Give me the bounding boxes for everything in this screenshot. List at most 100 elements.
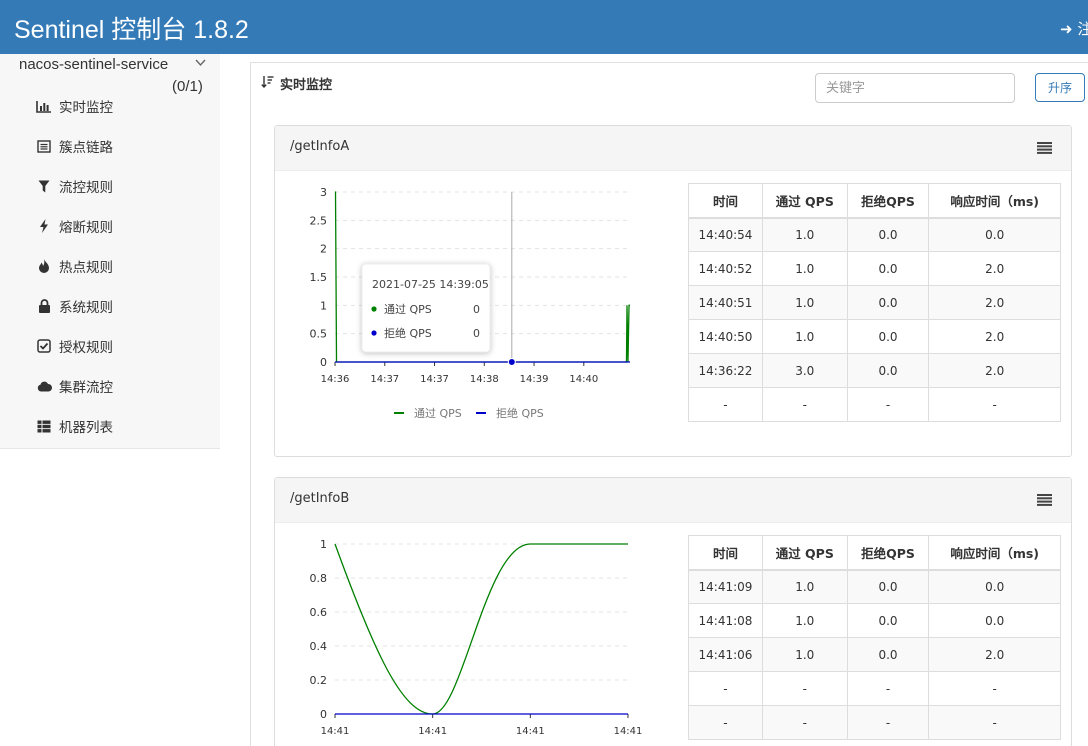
- service-name[interactable]: nacos-sentinel-service: [19, 56, 168, 73]
- sidebar-item-machine-list[interactable]: 机器列表: [36, 415, 113, 437]
- cell-time: 14:40:51: [688, 285, 763, 320]
- qps-chart-getinfoa[interactable]: 0 0.5 1 1.5 2 2.5 3 14:36 14:37 14:37 14:38 14:39 14…: [276, 172, 684, 442]
- resource-name: /getInfoA: [290, 139, 350, 154]
- sidebar-item-label: 集群流控: [59, 380, 113, 396]
- column-header-block-qps[interactable]: 拒绝QPS: [846, 183, 930, 219]
- cell-time: 14:41:08: [688, 603, 763, 638]
- cell-rt: -: [928, 705, 1061, 740]
- cell-block-qps: 0.0: [846, 217, 930, 252]
- column-header-rt[interactable]: 响应时间（ms): [928, 535, 1061, 571]
- sidebar-item-hot-param-rules[interactable]: 热点规则: [36, 255, 113, 277]
- cell-time: 14:40:54: [688, 217, 763, 252]
- legend-label[interactable]: 拒绝 QPS: [496, 406, 544, 420]
- chevron-down-icon[interactable]: [195, 56, 206, 70]
- sidebar-empty-area: [0, 448, 220, 746]
- table-row: 14:36:22 3.0 0.0 2.0: [688, 353, 1061, 388]
- sidebar-item-label: 机器列表: [59, 420, 113, 436]
- cell-pass-qps: 1.0: [761, 637, 848, 672]
- x-tick-label: 14:40: [569, 374, 598, 385]
- table-row: 14:40:51 1.0 0.0 2.0: [688, 285, 1061, 320]
- x-tick-label: 14:41: [321, 726, 350, 737]
- cell-time: 14:41:09: [688, 569, 763, 604]
- menu-icon[interactable]: [1037, 491, 1052, 510]
- cell-rt: 2.0: [928, 637, 1061, 672]
- x-tick-label: 14:37: [370, 374, 399, 385]
- cell-pass-qps: 1.0: [761, 319, 848, 354]
- logout-link[interactable]: ➜ 注销: [1060, 18, 1088, 39]
- menu-icon[interactable]: [1037, 139, 1052, 158]
- cell-block-qps: -: [846, 387, 930, 422]
- tooltip-label: 拒绝 QPS: [384, 326, 432, 340]
- hover-point: [507, 358, 516, 366]
- chart-legend: 通过 QPS 拒绝 QPS: [394, 406, 544, 420]
- cell-block-qps: 0.0: [846, 637, 930, 672]
- cell-time: -: [688, 387, 763, 422]
- card-header: /getInfoB: [275, 478, 1071, 523]
- sidebar-item-degrade-rules[interactable]: 熔断规则: [36, 215, 113, 237]
- cell-pass-qps: 1.0: [761, 569, 848, 604]
- sort-ascending-button[interactable]: 升序: [1035, 73, 1085, 102]
- sidebar-item-cluster-link[interactable]: 簇点链路: [36, 135, 113, 157]
- cell-block-qps: 0.0: [846, 251, 930, 286]
- chart-tooltip: 2021-07-25 14:39:05 通过 QPS 0 拒绝 QPS 0: [361, 263, 491, 353]
- lock-icon: [36, 299, 52, 313]
- cell-block-qps: 0.0: [846, 353, 930, 388]
- y-tick-label: 0.6: [310, 606, 328, 619]
- y-tick-label: 0.4: [310, 640, 328, 653]
- bar-chart-icon: [36, 99, 52, 113]
- cloud-icon: [36, 379, 52, 393]
- top-navbar: Sentinel 控制台 1.8.2 ➜ 注销: [0, 0, 1088, 54]
- tooltip-marker: [371, 306, 377, 312]
- sidebar: nacos-sentinel-service (0/1) 实时监控 簇点链路 流…: [0, 54, 220, 746]
- y-tick-label: 2.5: [310, 214, 328, 227]
- cell-rt: 0.0: [928, 217, 1061, 252]
- column-header-pass-qps[interactable]: 通过 QPS: [761, 535, 848, 571]
- cell-rt: 0.0: [928, 569, 1061, 604]
- service-machine-count: (0/1): [172, 78, 203, 95]
- cell-pass-qps: 1.0: [761, 285, 848, 320]
- filter-icon: [36, 179, 52, 193]
- y-tick-label: 3: [320, 186, 327, 199]
- column-header-rt[interactable]: 响应时间（ms): [928, 183, 1061, 219]
- search-input[interactable]: [815, 73, 1015, 103]
- tooltip-label: 通过 QPS: [384, 303, 432, 316]
- qps-chart-getinfob[interactable]: 0 0.2 0.4 0.6 0.8 1 14:41 14:41 14:41 14:41: [276, 524, 684, 746]
- sidebar-item-cluster-flow[interactable]: 集群流控: [36, 375, 113, 397]
- cell-time: 14:40:50: [688, 319, 763, 354]
- sidebar-item-flow-rules[interactable]: 流控规则: [36, 175, 113, 197]
- cell-pass-qps: -: [761, 671, 848, 706]
- sidebar-item-realtime-monitor[interactable]: 实时监控: [36, 95, 113, 117]
- app-title[interactable]: Sentinel 控制台 1.8.2: [14, 10, 249, 46]
- column-header-time[interactable]: 时间: [688, 535, 763, 571]
- table-row: 14:40:54 1.0 0.0 0.0: [688, 217, 1061, 252]
- column-header-pass-qps[interactable]: 通过 QPS: [761, 183, 848, 219]
- y-tick-label: 0.5: [310, 328, 328, 341]
- th-list-icon: [36, 419, 52, 433]
- tooltip-time: 2021-07-25 14:39:05: [372, 278, 489, 291]
- sidebar-item-authority-rules[interactable]: 授权规则: [36, 335, 113, 357]
- logout-label: 注销: [1077, 20, 1088, 38]
- tooltip-value: 0: [473, 327, 480, 340]
- metrics-table-getinfob: 时间 通过 QPS 拒绝QPS 响应时间（ms) 14:41:09 1.0 0.0 0…: [688, 535, 1061, 740]
- cell-rt: 0.0: [928, 603, 1061, 638]
- x-tick-label: 14:41: [516, 726, 545, 737]
- y-tick-label: 2: [320, 243, 327, 256]
- cell-block-qps: 0.0: [846, 569, 930, 604]
- cell-rt: 2.0: [928, 285, 1061, 320]
- cell-block-qps: -: [846, 705, 930, 740]
- sidebar-item-system-rules[interactable]: 系统规则: [36, 295, 113, 317]
- series-line-pass-qps[interactable]: [334, 543, 628, 715]
- cell-time: 14:36:22: [688, 353, 763, 388]
- cell-block-qps: 0.0: [846, 603, 930, 638]
- table-row: 14:41:06 1.0 0.0 2.0: [688, 637, 1061, 672]
- cell-rt: 2.0: [928, 251, 1061, 286]
- legend-label[interactable]: 通过 QPS: [414, 407, 462, 420]
- column-header-block-qps[interactable]: 拒绝QPS: [846, 535, 930, 571]
- column-header-time[interactable]: 时间: [688, 183, 763, 219]
- x-tick-label: 14:39: [520, 374, 549, 385]
- card-header: /getInfoA: [275, 126, 1071, 171]
- sidebar-item-label: 流控规则: [59, 180, 113, 196]
- table-row: ----: [688, 671, 1061, 706]
- metrics-table-getinfoa: 时间 通过 QPS 拒绝QPS 响应时间（ms) 14:40:54 1.0 0.0 0…: [688, 183, 1061, 422]
- cell-pass-qps: 1.0: [761, 217, 848, 252]
